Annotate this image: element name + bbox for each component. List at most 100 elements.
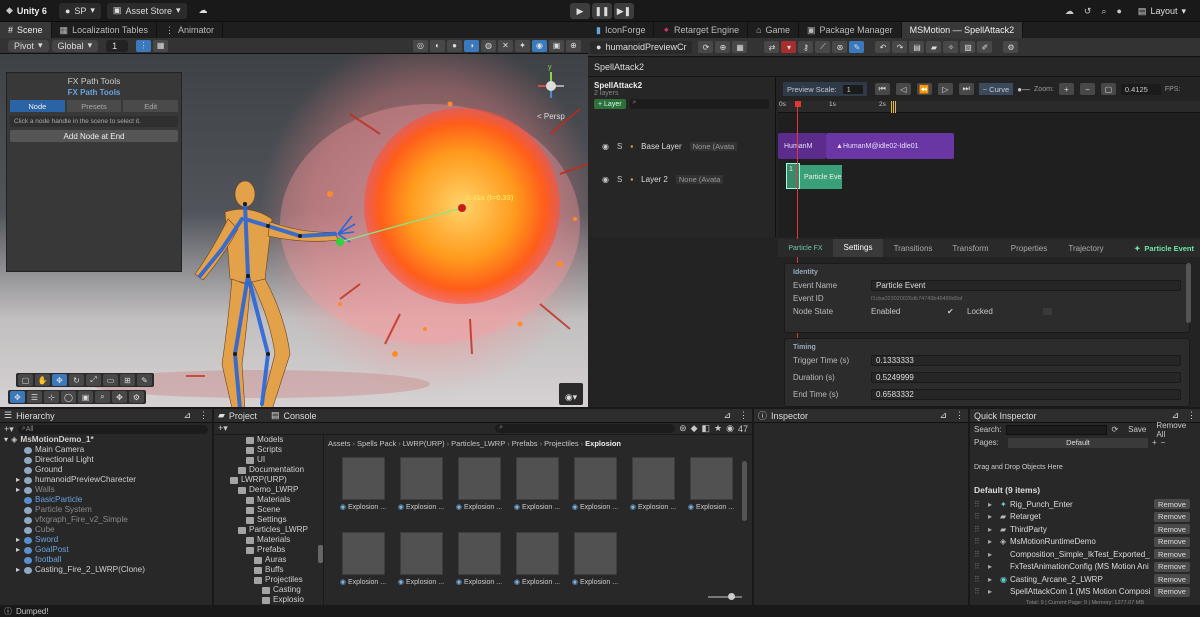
add-page-icon[interactable]: + (1152, 438, 1157, 447)
camera-overlay[interactable]: ◉▾ (559, 383, 583, 405)
breadcrumb-item[interactable]: Projectiles (544, 439, 579, 448)
quick-item[interactable]: ⠿ ▸ Composition_Simple_IkTest_Exported_fx R… (970, 548, 1200, 561)
scale-tool-icon[interactable]: ⤢ (86, 374, 101, 386)
expand-icon[interactable]: ▸ (16, 545, 24, 555)
hierarchy-item[interactable]: ▸ Casting_Fire_2_LWRP(Clone) (4, 565, 212, 575)
expand-icon[interactable]: ▸ (988, 512, 1000, 521)
search-icon[interactable]: ⌕ (1101, 6, 1106, 17)
tag-icon[interactable]: ⊛ (832, 41, 848, 53)
tab-retarget-engine[interactable]: ✦ Retarget Engine (654, 22, 749, 38)
shaded-icon[interactable]: ◐ (430, 39, 445, 52)
expand-icon[interactable]: ▸ (988, 537, 1000, 546)
hierarchy-item[interactable]: ▸ Walls (4, 485, 212, 495)
tab-scene[interactable]: # Scene (0, 22, 52, 38)
rect-tool-icon[interactable]: ▭ (103, 374, 118, 386)
play-button[interactable]: ▶ (570, 3, 590, 19)
hierarchy-item[interactable]: Directional Light (4, 455, 212, 465)
event-name-input[interactable]: Particle Event (871, 280, 1181, 291)
ruler-icon[interactable]: ⟋ (815, 41, 831, 53)
gizmo-icon[interactable]: ⊕ (566, 39, 581, 52)
project-search-input[interactable]: ⌕ (495, 424, 676, 433)
end-time-input[interactable]: 0.6583332 (871, 389, 1181, 400)
add-layer-button[interactable]: + Layer (594, 99, 626, 109)
asset-tile[interactable]: ◉ Explosion ... (396, 457, 446, 520)
drag-handle-icon[interactable]: ⠿ (974, 500, 988, 509)
rotate-tool-icon[interactable]: ↻ (69, 374, 84, 386)
zoom-out-icon[interactable]: − (1079, 83, 1095, 95)
expand-icon[interactable]: ▸ (16, 565, 24, 575)
hierarchy-item[interactable]: football (4, 555, 212, 565)
tab-msmotion[interactable]: MSMotion — SpellAttack2 (901, 22, 1024, 38)
tab-trajectory[interactable]: Trajectory (1060, 244, 1112, 253)
default-group-header[interactable]: Default (9 items) (970, 483, 1200, 498)
quick-item[interactable]: ⠿ ▸ FxTestAnimationConfig (MS Motion Ani Re… (970, 561, 1200, 574)
visibility-icon[interactable]: ◉ (532, 39, 547, 52)
cloud-services-icon[interactable]: ☁ (1065, 6, 1074, 17)
breadcrumb-item[interactable]: Assets (328, 439, 351, 448)
refresh-icon[interactable]: ⟳ (1111, 425, 1118, 434)
quick-item[interactable]: ⠿ ▸ ▰ Retarget Remove (970, 511, 1200, 524)
prev-key-icon[interactable]: ⏪ (916, 83, 932, 95)
zoom-fit-icon[interactable]: ▢ (1100, 83, 1116, 95)
folder-item[interactable]: Documentation (214, 465, 323, 475)
global-dropdown[interactable]: Global ▾ (51, 39, 99, 52)
quick-item[interactable]: ⠿ ▸ SpellAttackCom 1 (MS Motion Composi Rem… (970, 586, 1200, 599)
drag-handle-icon[interactable]: ⠿ (974, 525, 988, 534)
swap-icon[interactable]: ⇄ (764, 41, 780, 53)
breadcrumb-item[interactable]: Explosion (585, 439, 621, 448)
remove-button[interactable]: Remove (1154, 549, 1190, 560)
tab-console[interactable]: Console (283, 411, 316, 421)
gear-icon[interactable]: ⚙ (1003, 41, 1019, 53)
remove-button[interactable]: Remove (1154, 499, 1190, 510)
solo-toggle[interactable]: S (617, 142, 622, 151)
folder-item[interactable]: Materials (214, 535, 323, 545)
time-field[interactable]: 0.4125 (1120, 83, 1161, 95)
asset-tile[interactable]: ◉ Explosion ... (686, 457, 736, 520)
animation-clip-2[interactable]: ▲ HumanM@idle02-Idle01 (826, 133, 954, 159)
new-file-icon[interactable]: ▤ (909, 41, 925, 53)
tab-package-manager[interactable]: ▣ Package Manager (799, 22, 902, 38)
tree-scrollbar[interactable] (318, 545, 323, 563)
range-end-marker[interactable] (891, 101, 896, 113)
lock-icon[interactable]: ▪ (630, 142, 633, 151)
folder-item[interactable]: Buffs (214, 565, 323, 575)
remove-button[interactable]: Remove (1154, 574, 1190, 585)
wireframe-icon[interactable]: ◎ (413, 39, 428, 52)
remove-button[interactable]: Remove (1154, 524, 1190, 535)
lock-icon[interactable]: ⊿ (723, 410, 731, 421)
pivot-dropdown[interactable]: Pivot ▾ (8, 39, 49, 52)
add-icon[interactable]: +▾ (218, 423, 228, 434)
duration-input[interactable]: 0.5249999 (871, 372, 1181, 383)
menu-icon[interactable]: ⋮ (199, 410, 208, 421)
remove-button[interactable]: Remove (1154, 586, 1190, 597)
scene-view[interactable]: y 0.41s (t=0.33) < Persp FX Path Tools F… (0, 54, 588, 407)
asset-tile[interactable]: ◉ Explosion ... (396, 532, 446, 595)
marker-icon[interactable]: ▾ (781, 41, 797, 53)
lock-icon[interactable]: ▪ (630, 175, 633, 184)
step-button[interactable]: ▶❚ (614, 3, 634, 19)
playhead-marker[interactable] (795, 101, 801, 107)
first-frame-icon[interactable]: ⏮ (874, 83, 890, 95)
drag-handle-icon[interactable]: ⠿ (974, 537, 988, 546)
zoom-icon[interactable]: ⌕ (95, 391, 110, 403)
tab-project[interactable]: Project (229, 411, 257, 421)
folder-item[interactable]: Explosio (214, 595, 323, 605)
layout-dropdown[interactable]: ▤ Layout ▾ (1132, 3, 1192, 19)
layer-row-2[interactable]: ◉ S ▪ Layer 2 None (Avata (588, 173, 776, 185)
pencil-icon[interactable]: ✎ (849, 41, 865, 53)
open-folder-icon[interactable]: ▰ (926, 41, 942, 53)
add-icon[interactable]: +▾ (4, 424, 14, 435)
breadcrumb-item[interactable]: Spells Pack (357, 439, 396, 448)
asset-tile[interactable]: ◉ Explosion ... (512, 457, 562, 520)
avatar-field[interactable]: None (Avata (689, 141, 738, 151)
grid-icon[interactable]: ▦ (732, 41, 748, 53)
render-icon[interactable]: ◍ (481, 39, 496, 52)
layer-row-base[interactable]: ◉ S ▪ Base Layer None (Avata (588, 140, 776, 152)
eye-icon[interactable]: ◉ (726, 423, 734, 434)
folder-item[interactable]: Models (214, 435, 323, 445)
quick-item[interactable]: ⠿ ▸ ✦ Rig_Punch_Enter Remove (970, 498, 1200, 511)
grid-icon[interactable]: ▦ (153, 39, 169, 52)
asset-tile[interactable]: ◉ Explosion ... (338, 532, 388, 595)
tab-transform[interactable]: Transform (943, 244, 998, 253)
move-tool-icon[interactable]: ✥ (52, 374, 67, 386)
